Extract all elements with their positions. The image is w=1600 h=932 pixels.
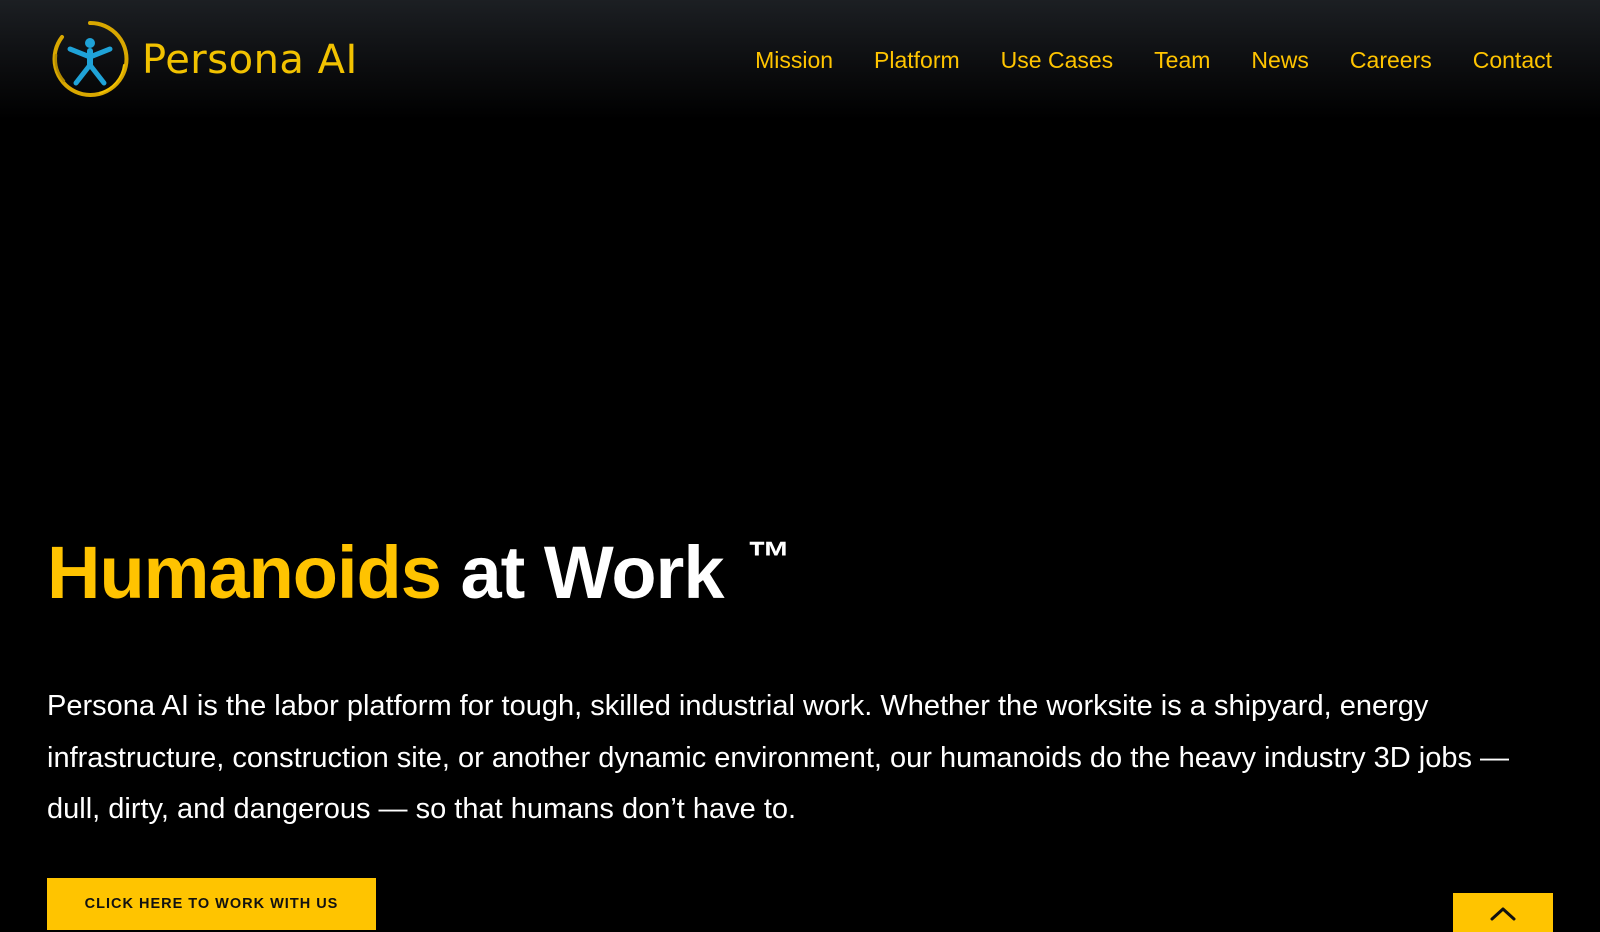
nav-item-use-cases[interactable]: Use Cases	[1001, 44, 1113, 76]
main-nav: Mission Platform Use Cases Team News Car…	[755, 44, 1552, 76]
nav-item-news[interactable]: News	[1251, 44, 1309, 76]
hero-title-rest: at Work	[460, 531, 724, 614]
brand-name: Persona AI	[142, 37, 358, 83]
hero-title-accent: Humanoids	[47, 531, 442, 614]
nav-item-careers[interactable]: Careers	[1350, 44, 1432, 76]
nav-item-mission[interactable]: Mission	[755, 44, 833, 76]
nav-item-contact[interactable]: Contact	[1473, 44, 1552, 76]
site-header: Persona AI Mission Platform Use Cases Te…	[0, 0, 1600, 120]
vitruvian-figure-ring-icon	[52, 20, 129, 97]
work-with-us-button[interactable]: CLICK HERE TO WORK WITH US	[47, 878, 376, 930]
scroll-to-top-button[interactable]	[1453, 893, 1553, 932]
chevron-up-icon	[1490, 907, 1516, 921]
hero-description: Persona AI is the labor platform for tou…	[47, 690, 1510, 825]
trademark-mark: ™	[747, 533, 791, 582]
hero-title: Humanoids at Work ™	[47, 533, 791, 610]
nav-item-platform[interactable]: Platform	[874, 44, 960, 76]
logo-link[interactable]: Persona AI	[50, 18, 358, 100]
nav-item-team[interactable]: Team	[1154, 44, 1210, 76]
page: Persona AI Mission Platform Use Cases Te…	[0, 0, 1600, 932]
